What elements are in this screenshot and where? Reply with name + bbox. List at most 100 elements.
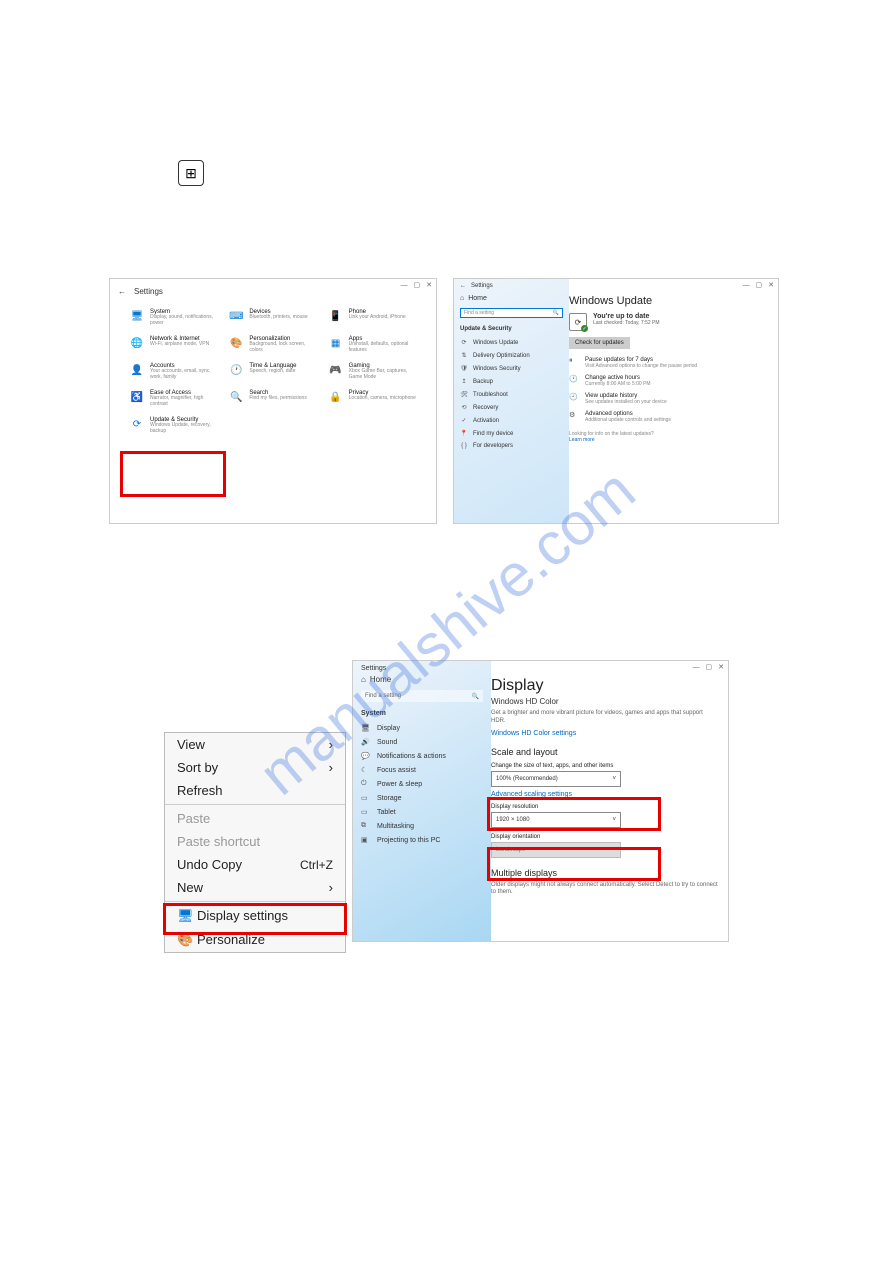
multi-heading: Multiple displays bbox=[491, 868, 718, 878]
check-updates-button[interactable]: Check for updates bbox=[569, 337, 630, 349]
sidebar-home[interactable]: ⌂Home bbox=[361, 675, 483, 684]
tile-system[interactable]: 🖥SystemDisplay, sound, notifications, po… bbox=[130, 309, 217, 326]
scale-label: Change the size of text, apps, and other… bbox=[491, 763, 718, 769]
sidebar-item-label: Sound bbox=[377, 739, 397, 746]
personalization-icon: 🎨 bbox=[229, 336, 243, 350]
sidebar-item-multitasking[interactable]: ⧉Multitasking bbox=[361, 819, 483, 833]
scale-select[interactable]: 100% (Recommended) ˅ bbox=[491, 771, 621, 787]
sidebar-item-notifications-actions[interactable]: 💬Notifications & actions bbox=[361, 749, 483, 763]
sidebar-item-windows-security[interactable]: 🛡Windows Security bbox=[460, 362, 563, 375]
multi-desc: Older displays might not always connect … bbox=[491, 882, 718, 898]
wu-option-row[interactable]: 🕘View update historySee updates installe… bbox=[569, 393, 770, 405]
sidebar-item-icon: { } bbox=[460, 443, 468, 449]
wu-row-sub: Additional update controls and settings bbox=[585, 417, 671, 423]
sidebar-item-activation[interactable]: ✓Activation bbox=[460, 414, 563, 427]
tile-ease-of-access[interactable]: ♿Ease of AccessNarrator, magnifier, high… bbox=[130, 390, 217, 407]
tile-sub: Uninstall, defaults, optional features bbox=[349, 342, 416, 353]
tile-time-language[interactable]: 🕐Time & LanguageSpeech, region, date bbox=[229, 363, 316, 380]
chevron-right-icon: › bbox=[329, 760, 333, 775]
sidebar-item-projecting-to-this-pc[interactable]: ▣Projecting to this PC bbox=[361, 833, 483, 847]
sidebar-title: Settings bbox=[361, 665, 386, 672]
wu-option-row[interactable]: ⏸Pause updates for 7 daysVisit Advanced … bbox=[569, 357, 770, 369]
sidebar-item-focus-assist[interactable]: ☾Focus assist bbox=[361, 763, 483, 777]
tile-apps[interactable]: ▦AppsUninstall, defaults, optional featu… bbox=[329, 336, 416, 353]
tile-update-security[interactable]: ⟳Update & SecurityWindows Update, recove… bbox=[130, 417, 217, 434]
back-button[interactable]: ← bbox=[118, 287, 126, 296]
sidebar-item-windows-update[interactable]: ⟳Windows Update bbox=[460, 336, 563, 349]
sidebar-item-display[interactable]: 🖥Display bbox=[361, 721, 483, 735]
home-icon: ⌂ bbox=[460, 295, 464, 302]
tile-devices[interactable]: ⌨DevicesBluetooth, printers, mouse bbox=[229, 309, 316, 326]
wu-row-icon: 🕐 bbox=[569, 375, 579, 383]
sidebar-item-troubleshoot[interactable]: 🛠Troubleshoot bbox=[460, 388, 563, 401]
chevron-down-icon: ˅ bbox=[612, 847, 616, 853]
tile-personalization[interactable]: 🎨PersonalizationBackground, lock screen,… bbox=[229, 336, 316, 353]
menu-item-view[interactable]: View › bbox=[165, 733, 345, 756]
adv-scale-link[interactable]: Advanced scaling settings bbox=[491, 791, 718, 798]
sidebar-item-icon: ▭ bbox=[361, 808, 371, 816]
tile-privacy[interactable]: 🔒PrivacyLocation, camera, microphone bbox=[329, 390, 416, 407]
tile-network[interactable]: 🌐Network & InternetWi-Fi, airplane mode,… bbox=[130, 336, 217, 353]
tile-search[interactable]: 🔍SearchFind my files, permissions bbox=[229, 390, 316, 407]
resolution-select[interactable]: 1920 × 1080˅ bbox=[491, 812, 621, 828]
wu-main: Windows Update ⟳ You're up to date Last … bbox=[569, 295, 770, 443]
sidebar-item-tablet[interactable]: ▭Tablet bbox=[361, 805, 483, 819]
menu-item-refresh[interactable]: Refresh bbox=[165, 779, 345, 802]
sidebar-item-sound[interactable]: 🔊Sound bbox=[361, 735, 483, 749]
chevron-down-icon: ˅ bbox=[612, 776, 616, 782]
ease-icon: ♿ bbox=[130, 390, 144, 404]
close-icon[interactable]: ✕ bbox=[768, 282, 774, 289]
scale-value: 100% (Recommended) bbox=[496, 776, 558, 782]
sidebar-search-input[interactable]: Find a setting🔍 bbox=[361, 690, 483, 702]
menu-item-label: Paste shortcut bbox=[177, 834, 260, 849]
menu-item-new[interactable]: New› bbox=[165, 876, 345, 899]
menu-item-personalize[interactable]: 🎨Personalize bbox=[165, 928, 345, 952]
minimize-icon[interactable]: — bbox=[401, 282, 408, 289]
sidebar-search-input[interactable]: Find a setting🔍 bbox=[460, 308, 563, 318]
gaming-icon: 🎮 bbox=[329, 363, 343, 377]
menu-separator bbox=[165, 901, 345, 902]
sidebar-item-backup[interactable]: ↥Backup bbox=[460, 375, 563, 388]
minimize-icon[interactable]: — bbox=[743, 282, 750, 289]
menu-item-label: Undo Copy bbox=[177, 857, 242, 872]
sidebar-item-label: Display bbox=[377, 725, 400, 732]
menu-item-display-settings[interactable]: 🖥Display settings bbox=[165, 904, 345, 928]
hdcolor-link[interactable]: Windows HD Color settings bbox=[491, 730, 718, 737]
sidebar-item-icon: ▭ bbox=[361, 794, 371, 802]
maximize-icon[interactable]: ▢ bbox=[756, 282, 763, 289]
maximize-icon[interactable]: ▢ bbox=[414, 282, 421, 289]
tile-gaming[interactable]: 🎮GamingXbox Game Bar, captures, Game Mod… bbox=[329, 363, 416, 380]
sidebar-home[interactable]: ⌂Home bbox=[460, 295, 563, 302]
window-controls: — ▢ ✕ bbox=[397, 281, 432, 289]
sidebar-item-storage[interactable]: ▭Storage bbox=[361, 791, 483, 805]
tile-phone[interactable]: 📱PhoneLink your Android, iPhone bbox=[329, 309, 416, 326]
tile-sub: Xbox Game Bar, captures, Game Mode bbox=[349, 369, 416, 380]
sidebar-item-for-developers[interactable]: { }For developers bbox=[460, 440, 563, 452]
tile-sub: Display, sound, notifications, power bbox=[150, 315, 217, 326]
wu-option-row[interactable]: ⚙Advanced optionsAdditional update contr… bbox=[569, 411, 770, 423]
menu-item-undo-copy[interactable]: Undo CopyCtrl+Z bbox=[165, 853, 345, 876]
sidebar-item-find-my-device[interactable]: 📍Find my device bbox=[460, 427, 563, 440]
sidebar-item-power-sleep[interactable]: ⏻Power & sleep bbox=[361, 777, 483, 791]
home-label: Home bbox=[370, 675, 391, 684]
close-icon[interactable]: ✕ bbox=[426, 282, 432, 289]
tile-accounts[interactable]: 👤AccountsYour accounts, email, sync, wor… bbox=[130, 363, 217, 380]
close-icon[interactable]: ✕ bbox=[718, 664, 724, 671]
tile-sub: Wi-Fi, airplane mode, VPN bbox=[150, 342, 209, 348]
devices-icon: ⌨ bbox=[229, 309, 243, 323]
highlight-update-security bbox=[120, 451, 226, 497]
wu-learn-more-link[interactable]: Learn more bbox=[569, 437, 770, 443]
minimize-icon[interactable]: — bbox=[693, 664, 700, 671]
menu-item-label: Sort by bbox=[177, 760, 218, 775]
sidebar-item-recovery[interactable]: ⟲Recovery bbox=[460, 401, 563, 414]
menu-item-label: Refresh bbox=[177, 783, 223, 798]
desktop-context-menu: View › Sort by › Refresh Paste Paste shortcut U… bbox=[164, 732, 346, 953]
maximize-icon[interactable]: ▢ bbox=[706, 664, 713, 671]
chevron-right-icon: › bbox=[329, 737, 333, 752]
sidebar-item-delivery-optimization[interactable]: ⇅Delivery Optimization bbox=[460, 349, 563, 362]
wu-option-row[interactable]: 🕐Change active hoursCurrently 8:00 AM to… bbox=[569, 375, 770, 387]
menu-item-paste: Paste bbox=[165, 807, 345, 830]
accounts-icon: 👤 bbox=[130, 363, 144, 377]
menu-item-sort-by[interactable]: Sort by › bbox=[165, 756, 345, 779]
menu-item-label: View bbox=[177, 737, 205, 752]
